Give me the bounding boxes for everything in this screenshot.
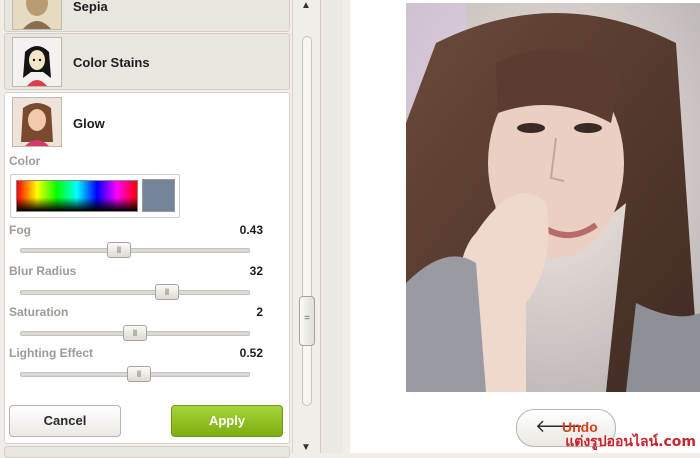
fog-value: 0.43	[239, 223, 263, 237]
scrollbar-track[interactable]	[302, 36, 312, 406]
saturation-label: Saturation	[9, 305, 69, 319]
effects-scrollbar[interactable]: ▲ = ▼	[292, 0, 321, 453]
effect-item-color-stains[interactable]: Color Stains	[4, 33, 290, 90]
effect-item-glow[interactable]: Glow Color Fog 0.43 ll Blur Radius 32 ll…	[4, 92, 290, 444]
effect-label-sepia: Sepia	[73, 0, 108, 14]
next-effect-item[interactable]	[4, 446, 290, 458]
lighting-effect-slider-handle[interactable]: ll	[127, 366, 151, 382]
color-label: Color	[9, 154, 41, 168]
sepia-thumbnail	[12, 0, 62, 30]
watermark: แต่งรูปออนไลน์.com	[565, 434, 696, 450]
image-viewer: 🡐 Undo แต่งรูปออนไลน์.com	[350, 0, 700, 453]
color-swatch[interactable]	[142, 179, 175, 212]
lighting-effect-value: 0.52	[239, 346, 263, 360]
blur-radius-value: 32	[249, 264, 263, 278]
blur-radius-slider-track[interactable]	[20, 290, 250, 295]
color-stains-thumbnail	[12, 37, 62, 87]
scrollbar-thumb[interactable]: =	[299, 296, 315, 346]
glow-thumbnail	[12, 97, 62, 147]
color-picker	[10, 174, 180, 218]
fog-slider-track[interactable]	[20, 248, 250, 253]
blur-radius-label: Blur Radius	[9, 264, 77, 278]
photo-image	[406, 3, 700, 392]
panel-divider	[320, 0, 343, 453]
effect-item-sepia[interactable]: Sepia	[4, 0, 290, 32]
cancel-button[interactable]: Cancel	[9, 405, 121, 437]
fog-label: Fog	[9, 223, 31, 237]
lighting-effect-label: Lighting Effect	[9, 346, 93, 360]
scroll-down-arrow-icon[interactable]: ▼	[301, 442, 311, 453]
effect-label-glow: Glow	[73, 116, 105, 131]
blur-radius-slider-handle[interactable]: ll	[155, 284, 179, 300]
color-spectrum[interactable]	[16, 180, 138, 212]
saturation-value: 2	[256, 305, 263, 319]
scroll-up-arrow-icon[interactable]: ▲	[301, 0, 311, 11]
apply-button[interactable]: Apply	[171, 405, 283, 437]
fog-slider-handle[interactable]: ll	[107, 242, 131, 258]
saturation-slider-handle[interactable]: ll	[123, 325, 147, 341]
effects-panel: Sepia Color Stains Glow Color Fog 0.43 l…	[0, 0, 292, 458]
photo-preview	[406, 3, 700, 392]
effect-label-color-stains: Color Stains	[73, 55, 150, 70]
